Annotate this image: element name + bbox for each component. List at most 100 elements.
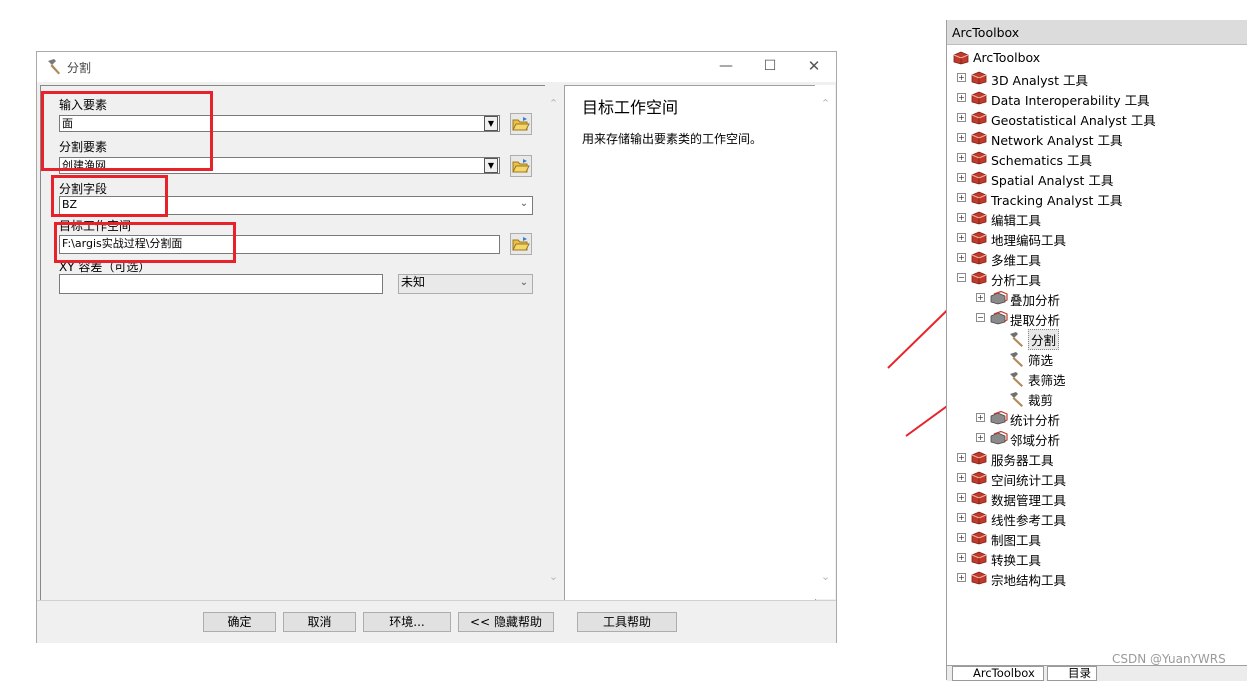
expand-icon[interactable]: + — [957, 153, 966, 162]
tree-item[interactable]: + 数据管理工具 — [947, 488, 1247, 508]
expand-icon[interactable]: + — [957, 453, 966, 462]
hammer-icon — [1008, 371, 1024, 387]
expand-icon[interactable]: + — [976, 433, 985, 442]
browse-button[interactable] — [510, 155, 532, 177]
toolbox-icon — [953, 51, 969, 65]
chevron-down-icon[interactable]: ⌄ — [517, 198, 531, 212]
tree-item[interactable]: + 服务器工具 — [947, 448, 1247, 468]
collapse-icon[interactable]: − — [957, 273, 966, 282]
tree-item[interactable]: + 邻域分析 — [947, 428, 1247, 448]
expand-icon[interactable]: + — [957, 473, 966, 482]
tree-item[interactable]: + 制图工具 — [947, 528, 1247, 548]
split-dialog: 分割 — ☐ ✕ 输入要素 面 ▼ 分割要素 创建渔网 ▼ 分割字段 BZ ⌄ … — [36, 51, 837, 643]
tree-item[interactable]: + Network Analyst 工具 — [947, 128, 1247, 148]
chevron-up-icon[interactable]: ⌃ — [817, 97, 834, 111]
expand-icon[interactable]: + — [957, 233, 966, 242]
tree-item[interactable]: + Tracking Analyst 工具 — [947, 188, 1247, 208]
tree-item[interactable]: + Geostatistical Analyst 工具 — [947, 108, 1247, 128]
dialog-title: 分割 — [67, 61, 92, 75]
expand-icon[interactable]: + — [957, 73, 966, 82]
tree-item-label: Schematics 工具 — [991, 153, 1092, 168]
tree-item-label: ArcToolbox — [973, 50, 1041, 65]
tree-item[interactable]: 筛选 — [947, 348, 1247, 368]
collapse-icon[interactable]: − — [976, 313, 985, 322]
panel-header: ArcToolbox — [947, 20, 1247, 45]
expand-icon[interactable]: + — [957, 553, 966, 562]
tree-item[interactable]: + 多维工具 — [947, 248, 1247, 268]
expand-icon[interactable]: + — [957, 213, 966, 222]
toolbox-icon — [971, 91, 987, 105]
toolbox-icon — [971, 211, 987, 225]
tree-item[interactable]: + 统计分析 — [947, 408, 1247, 428]
environments-button[interactable]: 环境... — [363, 612, 451, 632]
chevron-down-icon[interactable]: ▼ — [484, 158, 498, 173]
parameters-pane: 输入要素 面 ▼ 分割要素 创建渔网 ▼ 分割字段 BZ ⌄ 目标工作空间 F:… — [40, 85, 546, 600]
tree-item[interactable]: + 编辑工具 — [947, 208, 1247, 228]
tree-item[interactable]: ArcToolbox — [947, 48, 1247, 68]
tree-item[interactable]: + 空间统计工具 — [947, 468, 1247, 488]
toolbox-icon — [971, 551, 987, 565]
close-button[interactable]: ✕ — [791, 52, 837, 82]
toolbox-icon — [971, 271, 987, 285]
expand-icon[interactable]: + — [957, 493, 966, 502]
parameters-scrollbar[interactable]: ⌃ ⌄ — [545, 85, 562, 599]
tree-item[interactable]: + 叠加分析 — [947, 288, 1247, 308]
tree-item-label: 表筛选 — [1028, 373, 1066, 388]
help-scrollbar[interactable]: ⌃ ⌄ — [815, 85, 835, 599]
xy-tolerance-input[interactable] — [59, 274, 383, 294]
tab-arctoolbox[interactable]: ArcToolbox — [952, 666, 1044, 681]
tree-item[interactable]: +3D Analyst 工具 — [947, 68, 1247, 88]
tree-item[interactable]: 表筛选 — [947, 368, 1247, 388]
tree-item[interactable]: + Spatial Analyst 工具 — [947, 168, 1247, 188]
watermark: CSDN @YuanYWRS — [1112, 652, 1226, 666]
expand-icon[interactable]: + — [976, 293, 985, 302]
toolbox-icon — [971, 471, 987, 485]
tree-item[interactable]: 分割 — [947, 328, 1247, 350]
tree-item-label: Network Analyst 工具 — [991, 133, 1123, 148]
expand-icon[interactable]: + — [976, 413, 985, 422]
tree-item[interactable]: − 提取分析 — [947, 308, 1247, 328]
chevron-down-icon[interactable]: ▼ — [484, 116, 498, 131]
chevron-down-icon[interactable]: ⌄ — [817, 570, 834, 584]
panel-tabs: ArcToolbox 目录 — [947, 665, 1247, 681]
expand-icon[interactable]: + — [957, 513, 966, 522]
toolbox-icon — [971, 171, 987, 185]
tree-item[interactable]: + Data Interoperability 工具 — [947, 88, 1247, 108]
hide-help-button[interactable]: << 隐藏帮助 — [458, 612, 554, 632]
dialog-button-bar: 确定 取消 环境... << 隐藏帮助 工具帮助 — [37, 600, 836, 643]
expand-icon[interactable]: + — [957, 173, 966, 182]
tree-item[interactable]: − 分析工具 — [947, 268, 1247, 288]
tree-item-label: 线性参考工具 — [991, 513, 1067, 528]
maximize-button[interactable]: ☐ — [747, 52, 793, 82]
expand-icon[interactable]: + — [957, 93, 966, 102]
xy-unit-select[interactable]: 未知 — [398, 274, 533, 294]
annotation-box — [54, 222, 236, 263]
tree-item[interactable]: + 宗地结构工具 — [947, 568, 1247, 588]
minimize-button[interactable]: — — [703, 52, 749, 82]
tree-item[interactable]: 裁剪 — [947, 388, 1247, 408]
hammer-icon — [1008, 351, 1024, 367]
tree-item[interactable]: + 转换工具 — [947, 548, 1247, 568]
browse-button[interactable] — [510, 233, 532, 255]
expand-icon[interactable]: + — [957, 113, 966, 122]
tree-item[interactable]: + Schematics 工具 — [947, 148, 1247, 168]
tree-item[interactable]: + 地理编码工具 — [947, 228, 1247, 248]
tab-catalog[interactable]: 目录 — [1047, 666, 1097, 681]
expand-icon[interactable]: + — [957, 133, 966, 142]
tree-item[interactable]: + 线性参考工具 — [947, 508, 1247, 528]
browse-button[interactable] — [510, 113, 532, 135]
cancel-button[interactable]: 取消 — [283, 612, 356, 632]
expand-icon[interactable]: + — [957, 533, 966, 542]
expand-icon[interactable]: + — [957, 573, 966, 582]
chevron-down-icon[interactable]: ⌄ — [545, 570, 562, 584]
ok-button[interactable]: 确定 — [203, 612, 276, 632]
expand-icon[interactable]: + — [957, 253, 966, 262]
toolbox-icon — [971, 151, 987, 165]
expand-icon[interactable]: + — [957, 193, 966, 202]
chevron-down-icon[interactable]: ⌄ — [517, 277, 531, 291]
tool-help-button[interactable]: 工具帮助 — [577, 612, 677, 632]
tree-item-label: 叠加分析 — [1010, 293, 1061, 308]
chevron-up-icon[interactable]: ⌃ — [545, 97, 562, 111]
tree-item-label: 提取分析 — [1010, 313, 1061, 328]
toolbox-icon — [971, 111, 987, 125]
